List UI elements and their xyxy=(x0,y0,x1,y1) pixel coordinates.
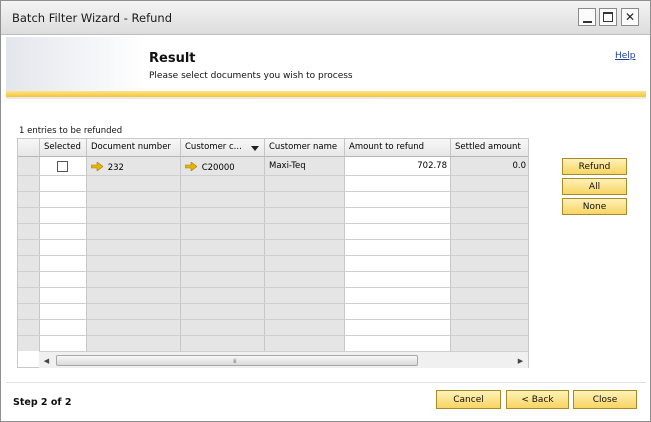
refund-button[interactable]: Refund xyxy=(562,158,627,175)
customer-code-cell[interactable]: C20000 xyxy=(181,159,265,174)
scroll-left-icon[interactable]: ◀ xyxy=(41,355,52,366)
row-separator xyxy=(18,271,528,272)
window-title: Batch Filter Wizard - Refund xyxy=(12,11,173,25)
selected-column xyxy=(40,157,87,351)
maximize-icon xyxy=(603,12,613,22)
row-header-column xyxy=(18,157,40,351)
settled-amount-column xyxy=(451,157,528,351)
page-title: Result xyxy=(149,51,196,66)
link-arrow-icon[interactable] xyxy=(184,161,198,172)
customer-code-value: C20000 xyxy=(201,163,235,173)
row-separator xyxy=(18,303,528,304)
column-header-customer-name[interactable]: Customer name xyxy=(265,139,345,157)
settled-amount-cell: 0.0 xyxy=(512,161,526,171)
row-separator xyxy=(18,207,528,208)
minimize-button[interactable] xyxy=(578,8,596,26)
document-number-cell[interactable]: 232 xyxy=(87,159,181,174)
column-header-customer-code[interactable]: Customer c... xyxy=(181,139,265,157)
row-separator xyxy=(18,191,528,192)
customer-name-cell: Maxi-Teq xyxy=(269,161,306,171)
page-subtitle: Please select documents you wish to proc… xyxy=(149,71,353,81)
documents-table[interactable]: Selected Document number Customer c... C… xyxy=(17,138,529,368)
minimize-icon xyxy=(582,20,592,23)
column-header-selected[interactable]: Selected xyxy=(40,139,87,157)
back-button[interactable]: < Back xyxy=(506,390,569,409)
document-number-value: 232 xyxy=(107,163,124,173)
footer-divider xyxy=(6,382,646,383)
row-separator xyxy=(18,319,528,320)
wizard-header xyxy=(6,37,646,97)
help-link[interactable]: Help xyxy=(615,51,636,61)
column-header-document-number[interactable]: Document number xyxy=(87,139,181,157)
scroll-thumb[interactable]: ⁞⁞⁞ xyxy=(56,355,418,366)
horizontal-scrollbar[interactable]: ◀ ⁞⁞⁞ ▶ xyxy=(39,351,528,368)
row-separator xyxy=(18,175,528,176)
maximize-button[interactable] xyxy=(599,8,617,26)
column-header-customer-code-label: Customer c... xyxy=(185,142,242,152)
grip-icon: ⁞⁞⁞ xyxy=(233,358,237,365)
row-separator xyxy=(18,239,528,240)
step-indicator: Step 2 of 2 xyxy=(13,397,72,408)
row-separator xyxy=(18,335,528,336)
column-header-amount-to-refund[interactable]: Amount to refund xyxy=(345,139,451,157)
sort-descending-icon[interactable] xyxy=(251,146,259,151)
scroll-right-icon[interactable]: ▶ xyxy=(515,355,526,366)
select-all-button[interactable]: All xyxy=(562,178,627,195)
column-header-settled-amount[interactable]: Settled amount xyxy=(451,139,528,157)
customer-code-column xyxy=(181,157,265,351)
cancel-button[interactable]: Cancel xyxy=(436,390,501,409)
row-separator xyxy=(18,255,528,256)
amount-to-refund-cell[interactable]: 702.78 xyxy=(345,159,451,174)
row-header-corner xyxy=(18,139,40,157)
link-arrow-icon[interactable] xyxy=(90,161,104,172)
entries-count-label: 1 entries to be refunded xyxy=(19,126,123,136)
title-bar[interactable]: Batch Filter Wizard - Refund ✕ xyxy=(1,1,650,35)
batch-filter-wizard-window: Batch Filter Wizard - Refund ✕ Result Pl… xyxy=(0,0,651,422)
amount-to-refund-column xyxy=(345,157,451,351)
row-separator xyxy=(18,223,528,224)
customer-name-column xyxy=(265,157,345,351)
close-button[interactable]: Close xyxy=(573,390,637,409)
close-icon: ✕ xyxy=(624,10,636,24)
row-separator xyxy=(18,287,528,288)
select-none-button[interactable]: None xyxy=(562,198,627,215)
header-divider xyxy=(6,97,646,99)
document-number-column xyxy=(87,157,181,351)
close-window-button[interactable]: ✕ xyxy=(621,8,639,26)
select-row-checkbox[interactable] xyxy=(57,161,68,172)
